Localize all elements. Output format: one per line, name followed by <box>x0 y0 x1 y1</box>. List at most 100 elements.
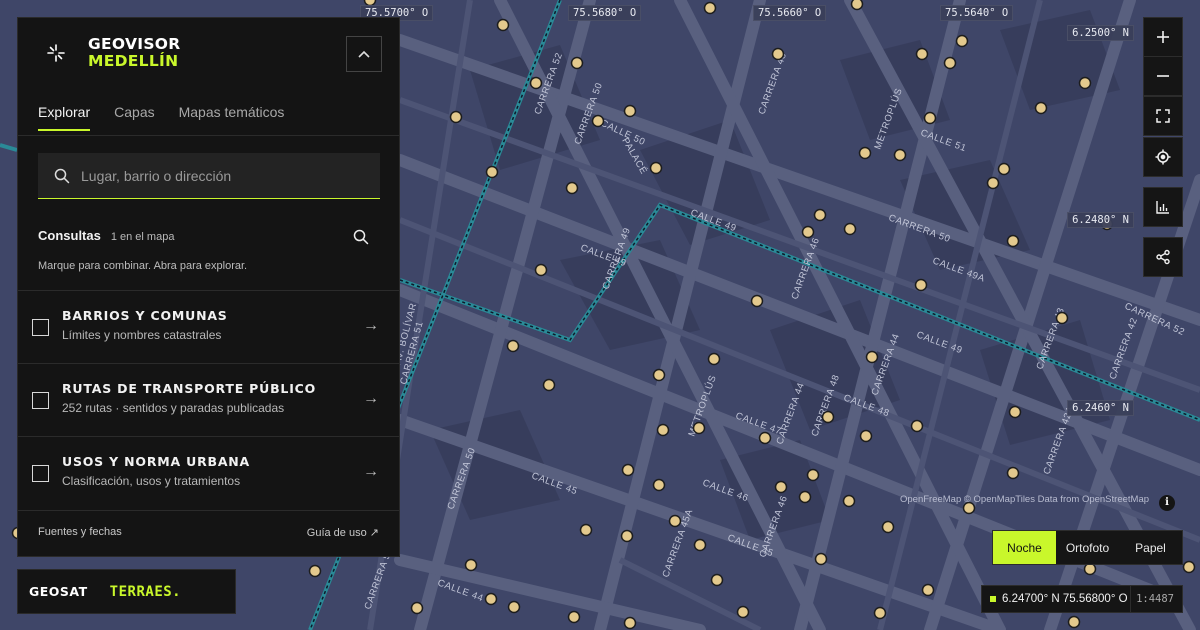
transit-stop-marker[interactable] <box>1182 560 1196 574</box>
basemap-papel[interactable]: Papel <box>1119 531 1182 564</box>
transit-stop-marker[interactable] <box>496 18 510 32</box>
zoom-out-button[interactable] <box>1143 56 1183 96</box>
transit-stop-marker[interactable] <box>1006 234 1020 248</box>
basemap-ortofoto[interactable]: Ortofoto <box>1056 531 1119 564</box>
transit-stop-marker[interactable] <box>1083 562 1097 576</box>
map-attribution[interactable]: OpenFreeMap © OpenMapTiles Data from Ope… <box>900 494 1149 505</box>
transit-stop-marker[interactable] <box>565 181 579 195</box>
transit-stop-marker[interactable] <box>774 480 788 494</box>
transit-stop-marker[interactable] <box>1078 76 1092 90</box>
transit-stop-marker[interactable] <box>986 176 1000 190</box>
sources-link[interactable]: Fuentes y fechas <box>38 526 122 538</box>
chart-button[interactable] <box>1143 187 1183 227</box>
transit-stop-marker[interactable] <box>507 600 521 614</box>
transit-stop-marker[interactable] <box>579 523 593 537</box>
tab-explorar[interactable]: Explorar <box>38 104 91 131</box>
transit-stop-marker[interactable] <box>649 161 663 175</box>
layer-checkbox[interactable] <box>32 392 49 409</box>
transit-stop-marker[interactable] <box>843 222 857 236</box>
transit-stop-marker[interactable] <box>881 520 895 534</box>
transit-stop-marker[interactable] <box>915 47 929 61</box>
basemap-noche[interactable]: Noche <box>993 531 1056 564</box>
layer-checkbox[interactable] <box>32 465 49 482</box>
transit-stop-marker[interactable] <box>707 352 721 366</box>
transit-stop-marker[interactable] <box>703 1 717 15</box>
fullscreen-button[interactable] <box>1143 96 1183 136</box>
transit-stop-marker[interactable] <box>693 538 707 552</box>
tab-mapas-tematicos[interactable]: Mapas temáticos <box>179 104 285 131</box>
consultas-search-icon[interactable] <box>353 229 369 245</box>
transit-stop-marker[interactable] <box>842 494 856 508</box>
transit-stop-marker[interactable] <box>1008 405 1022 419</box>
transit-stop-marker[interactable] <box>801 225 815 239</box>
tabs-divider <box>18 135 399 136</box>
transit-stop-marker[interactable] <box>485 165 499 179</box>
transit-stop-marker[interactable] <box>620 529 634 543</box>
transit-stop-marker[interactable] <box>567 610 581 624</box>
transit-stop-marker[interactable] <box>943 56 957 70</box>
transit-stop-marker[interactable] <box>464 558 478 572</box>
transit-stop-marker[interactable] <box>813 208 827 222</box>
transit-stop-marker[interactable] <box>692 421 706 435</box>
transit-stop-marker[interactable] <box>771 47 785 61</box>
transit-stop-marker[interactable] <box>506 339 520 353</box>
arrow-right-icon[interactable]: → <box>363 317 379 335</box>
transit-stop-marker[interactable] <box>591 114 605 128</box>
transit-stop-marker[interactable] <box>449 110 463 124</box>
transit-stop-marker[interactable] <box>858 146 872 160</box>
tab-capas[interactable]: Capas <box>114 104 154 131</box>
info-icon[interactable]: i <box>1159 495 1175 511</box>
layer-item-usos[interactable]: USOS Y NORMA URBANA Clasificación, usos … <box>18 436 399 509</box>
transit-stop-marker[interactable] <box>1034 101 1048 115</box>
transit-stop-marker[interactable] <box>806 468 820 482</box>
transit-stop-marker[interactable] <box>570 56 584 70</box>
transit-stop-marker[interactable] <box>668 514 682 528</box>
transit-stop-marker[interactable] <box>750 294 764 308</box>
transit-stop-marker[interactable] <box>534 263 548 277</box>
transit-stop-marker[interactable] <box>955 34 969 48</box>
transit-stop-marker[interactable] <box>529 76 543 90</box>
transit-stop-marker[interactable] <box>758 431 772 445</box>
transit-stop-marker[interactable] <box>1055 311 1069 325</box>
locate-button[interactable] <box>1143 137 1183 177</box>
transit-stop-marker[interactable] <box>1067 615 1081 629</box>
transit-stop-marker[interactable] <box>814 552 828 566</box>
transit-stop-marker[interactable] <box>484 592 498 606</box>
transit-stop-marker[interactable] <box>997 162 1011 176</box>
transit-stop-marker[interactable] <box>736 605 750 619</box>
layer-item-barrios[interactable]: BARRIOS Y COMUNAS Límites y nombres cata… <box>18 290 399 363</box>
transit-stop-marker[interactable] <box>621 463 635 477</box>
transit-stop-marker[interactable] <box>798 490 812 504</box>
guide-link[interactable]: Guía de uso ↗ <box>307 526 379 539</box>
transit-stop-marker[interactable] <box>542 378 556 392</box>
transit-stop-marker[interactable] <box>652 478 666 492</box>
layer-checkbox[interactable] <box>32 319 49 336</box>
transit-stop-marker[interactable] <box>873 606 887 620</box>
arrow-right-icon[interactable]: → <box>363 390 379 408</box>
transit-stop-marker[interactable] <box>656 423 670 437</box>
arrow-right-icon[interactable]: → <box>363 463 379 481</box>
transit-stop-marker[interactable] <box>893 148 907 162</box>
transit-stop-marker[interactable] <box>865 350 879 364</box>
transit-stop-marker[interactable] <box>910 419 924 433</box>
transit-stop-marker[interactable] <box>623 104 637 118</box>
collapse-panel-button[interactable] <box>346 36 382 72</box>
zoom-in-button[interactable] <box>1143 17 1183 57</box>
transit-stop-marker[interactable] <box>710 573 724 587</box>
transit-stop-marker[interactable] <box>914 278 928 292</box>
transit-stop-marker[interactable] <box>308 564 322 578</box>
status-dot <box>990 596 996 602</box>
transit-stop-marker[interactable] <box>410 601 424 615</box>
transit-stop-marker[interactable] <box>623 616 637 630</box>
layer-item-rutas[interactable]: RUTAS DE TRANSPORTE PÚBLICO 252 rutas · … <box>18 363 399 436</box>
basemap-switcher: Noche Ortofoto Papel <box>992 530 1183 565</box>
transit-stop-marker[interactable] <box>923 111 937 125</box>
transit-stop-marker[interactable] <box>850 0 864 11</box>
search-input[interactable] <box>81 167 361 184</box>
transit-stop-marker[interactable] <box>821 410 835 424</box>
transit-stop-marker[interactable] <box>921 583 935 597</box>
transit-stop-marker[interactable] <box>859 429 873 443</box>
transit-stop-marker[interactable] <box>652 368 666 382</box>
transit-stop-marker[interactable] <box>1006 466 1020 480</box>
share-button[interactable] <box>1143 237 1183 277</box>
